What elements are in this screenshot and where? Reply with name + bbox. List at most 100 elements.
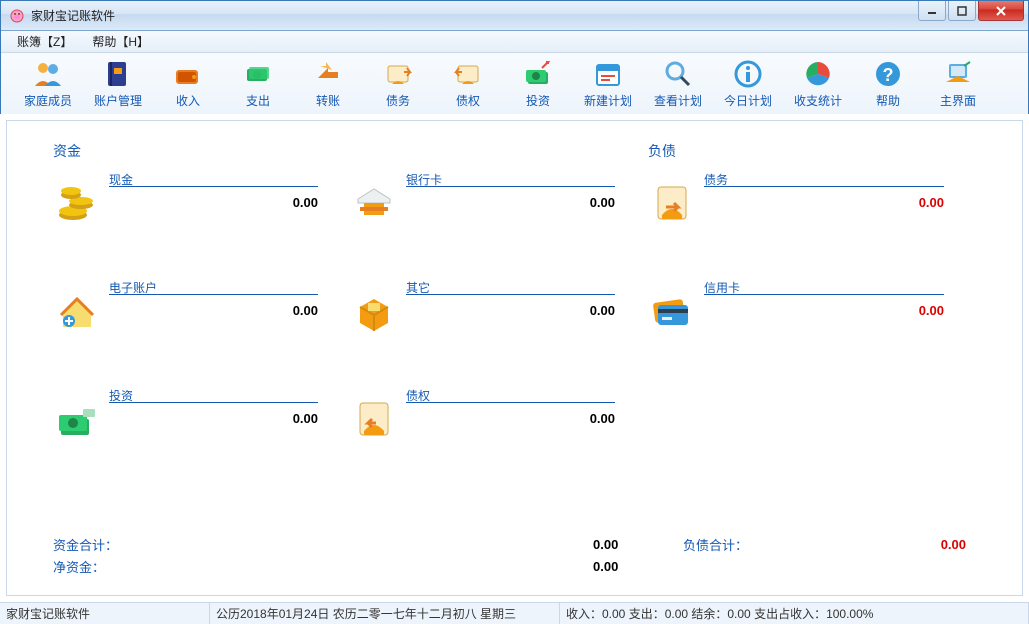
- toolbar-invest[interactable]: 投资: [503, 55, 573, 113]
- asset-label: 电子账户: [109, 279, 157, 296]
- liab-total-label: 负债合计：: [683, 535, 748, 554]
- pie-chart-icon: [802, 58, 834, 90]
- money-stack-icon: [53, 395, 101, 443]
- liability-creditcard[interactable]: 信用卡 0.00: [648, 269, 976, 377]
- liab-total-value: 0.00: [941, 537, 966, 552]
- content-area: 资金 现金0.00 银行卡0.00 电子账户0.0: [0, 114, 1029, 602]
- info-icon: [732, 58, 764, 90]
- bankcard-icon: [350, 179, 398, 227]
- toolbar-view-plan[interactable]: 查看计划: [643, 55, 713, 113]
- liability-value: 0.00: [704, 195, 944, 210]
- liabilities-section-title: 负债: [648, 141, 976, 161]
- status-summary: 收入：0.00 支出：0.00 结余：0.00 支出占收入：100.00%: [560, 603, 1029, 624]
- toolbar-label: 帮助: [876, 92, 900, 109]
- toolbar-transfer[interactable]: 转账: [293, 55, 363, 113]
- asset-label: 债权: [406, 387, 430, 404]
- toolbar-label: 今日计划: [724, 92, 772, 109]
- asset-bankcard[interactable]: 银行卡 0.00: [350, 161, 647, 269]
- menu-help[interactable]: 帮助【H】: [82, 31, 159, 52]
- toolbar-label: 家庭成员: [24, 92, 72, 109]
- coins-icon: [53, 179, 101, 227]
- toolbar-label: 支出: [246, 92, 270, 109]
- toolbar-help[interactable]: ? 帮助: [853, 55, 923, 113]
- transfer-icon: [312, 58, 344, 90]
- invest-icon: [522, 58, 554, 90]
- creditcard-icon: [648, 287, 696, 335]
- toolbar-credit[interactable]: 债权: [433, 55, 503, 113]
- debt-icon: [382, 58, 414, 90]
- ehouse-icon: [53, 287, 101, 335]
- toolbar-label: 债务: [386, 92, 410, 109]
- menu-ledger[interactable]: 账簿【Z】: [7, 31, 82, 52]
- people-icon: [32, 58, 64, 90]
- liability-value: 0.00: [704, 303, 944, 318]
- toolbar-stats[interactable]: 收支统计: [783, 55, 853, 113]
- menu-bar: 账簿【Z】 帮助【H】: [1, 31, 1028, 53]
- title-bar: 家财宝记账软件: [1, 1, 1028, 31]
- net-value: 0.00: [593, 559, 618, 574]
- liability-label: 信用卡: [704, 279, 740, 296]
- toolbar-label: 投资: [526, 92, 550, 109]
- toolbar-label: 账户管理: [94, 92, 142, 109]
- toolbar: 家庭成员 账户管理 收入 支出 转账 债务 债权 投资 新建计划 查看计划 今日…: [1, 53, 1028, 115]
- money-out-icon: [242, 58, 274, 90]
- asset-value: 0.00: [109, 411, 318, 426]
- asset-invest[interactable]: 投资 0.00: [53, 377, 350, 485]
- toolbar-main-ui[interactable]: 主界面: [923, 55, 993, 113]
- status-date: 公历2018年01月24日 农历二零一七年十二月初八 星期三: [210, 603, 560, 624]
- status-bar: 家财宝记账软件 公历2018年01月24日 农历二零一七年十二月初八 星期三 收…: [0, 602, 1029, 624]
- asset-label: 其它: [406, 279, 430, 296]
- toolbar-today-plan[interactable]: 今日计划: [713, 55, 783, 113]
- toolbar-income[interactable]: 收入: [153, 55, 223, 113]
- toolbar-family-members[interactable]: 家庭成员: [13, 55, 83, 113]
- toolbar-label: 查看计划: [654, 92, 702, 109]
- credit-icon: [452, 58, 484, 90]
- calendar-new-icon: [592, 58, 624, 90]
- toolbar-label: 新建计划: [584, 92, 632, 109]
- asset-value: 0.00: [406, 303, 615, 318]
- toolbar-label: 主界面: [940, 92, 976, 109]
- wallet-in-icon: [172, 58, 204, 90]
- asset-credit[interactable]: 债权 0.00: [350, 377, 647, 485]
- asset-value: 0.00: [109, 303, 318, 318]
- asset-cash[interactable]: 现金 0.00: [53, 161, 350, 269]
- liability-label: 债务: [704, 171, 728, 188]
- assets-total-value: 0.00: [593, 537, 618, 552]
- home-icon: [942, 58, 974, 90]
- toolbar-new-plan[interactable]: 新建计划: [573, 55, 643, 113]
- toolbar-account-manage[interactable]: 账户管理: [83, 55, 153, 113]
- asset-eaccount[interactable]: 电子账户 0.00: [53, 269, 350, 377]
- book-icon: [102, 58, 134, 90]
- paper-back-icon: [350, 395, 398, 443]
- assets-total-label: 资金合计：: [53, 535, 153, 554]
- asset-label: 投资: [109, 387, 133, 404]
- window-title: 家财宝记账软件: [31, 7, 115, 24]
- liability-debt[interactable]: 债务 0.00: [648, 161, 976, 269]
- assets-section-title: 资金: [53, 141, 648, 161]
- svg-text:?: ?: [883, 65, 894, 85]
- asset-value: 0.00: [109, 195, 318, 210]
- net-label: 净资金：: [53, 557, 153, 576]
- toolbar-label: 收支统计: [794, 92, 842, 109]
- toolbar-debt[interactable]: 债务: [363, 55, 433, 113]
- asset-label: 银行卡: [406, 171, 442, 188]
- search-icon: [662, 58, 694, 90]
- status-app: 家财宝记账软件: [0, 603, 210, 624]
- toolbar-label: 收入: [176, 92, 200, 109]
- totals-area: 资金合计： 0.00 负债合计： 0.00 净资金： 0.00: [53, 533, 976, 577]
- asset-other[interactable]: 其它 0.00: [350, 269, 647, 377]
- asset-value: 0.00: [406, 411, 615, 426]
- toolbar-label: 转账: [316, 92, 340, 109]
- paper-out-icon: [648, 179, 696, 227]
- app-icon: [9, 8, 25, 24]
- help-icon: ?: [872, 58, 904, 90]
- asset-value: 0.00: [406, 195, 615, 210]
- box-icon: [350, 287, 398, 335]
- toolbar-expense[interactable]: 支出: [223, 55, 293, 113]
- maximize-button[interactable]: [948, 1, 976, 21]
- asset-label: 现金: [109, 171, 133, 188]
- close-button[interactable]: [978, 1, 1024, 21]
- window-controls: [918, 1, 1024, 21]
- toolbar-label: 债权: [456, 92, 480, 109]
- minimize-button[interactable]: [918, 1, 946, 21]
